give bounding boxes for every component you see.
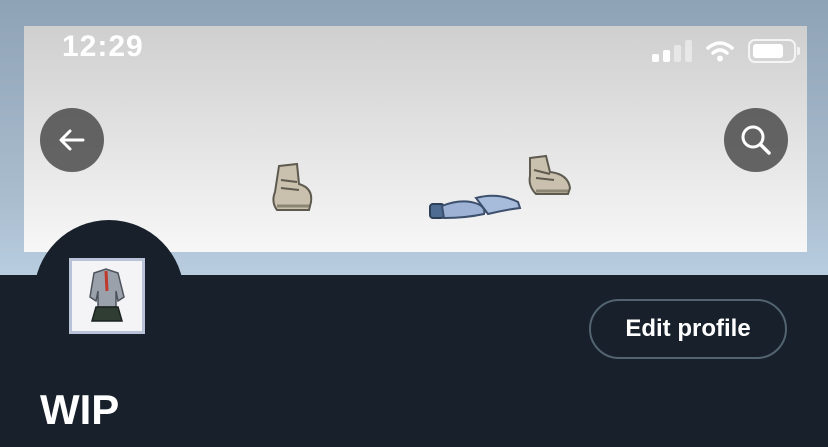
battery-icon [748,39,800,63]
status-time: 12:29 [62,30,144,63]
edit-profile-button[interactable]: Edit profile [589,299,787,359]
wifi-icon [706,41,734,62]
profile-display-name: WIP [40,386,120,433]
shoe-illustration-left [272,162,313,211]
shoe-illustration-right [528,154,572,195]
status-icons [652,38,800,64]
signal-icon [652,40,692,62]
search-button[interactable] [724,108,788,172]
arrow-left-icon [59,129,85,151]
avatar[interactable] [69,258,145,334]
gloves-illustration [429,194,522,220]
search-icon [741,125,771,155]
uniform-illustration [89,268,125,322]
back-button[interactable] [40,108,104,172]
